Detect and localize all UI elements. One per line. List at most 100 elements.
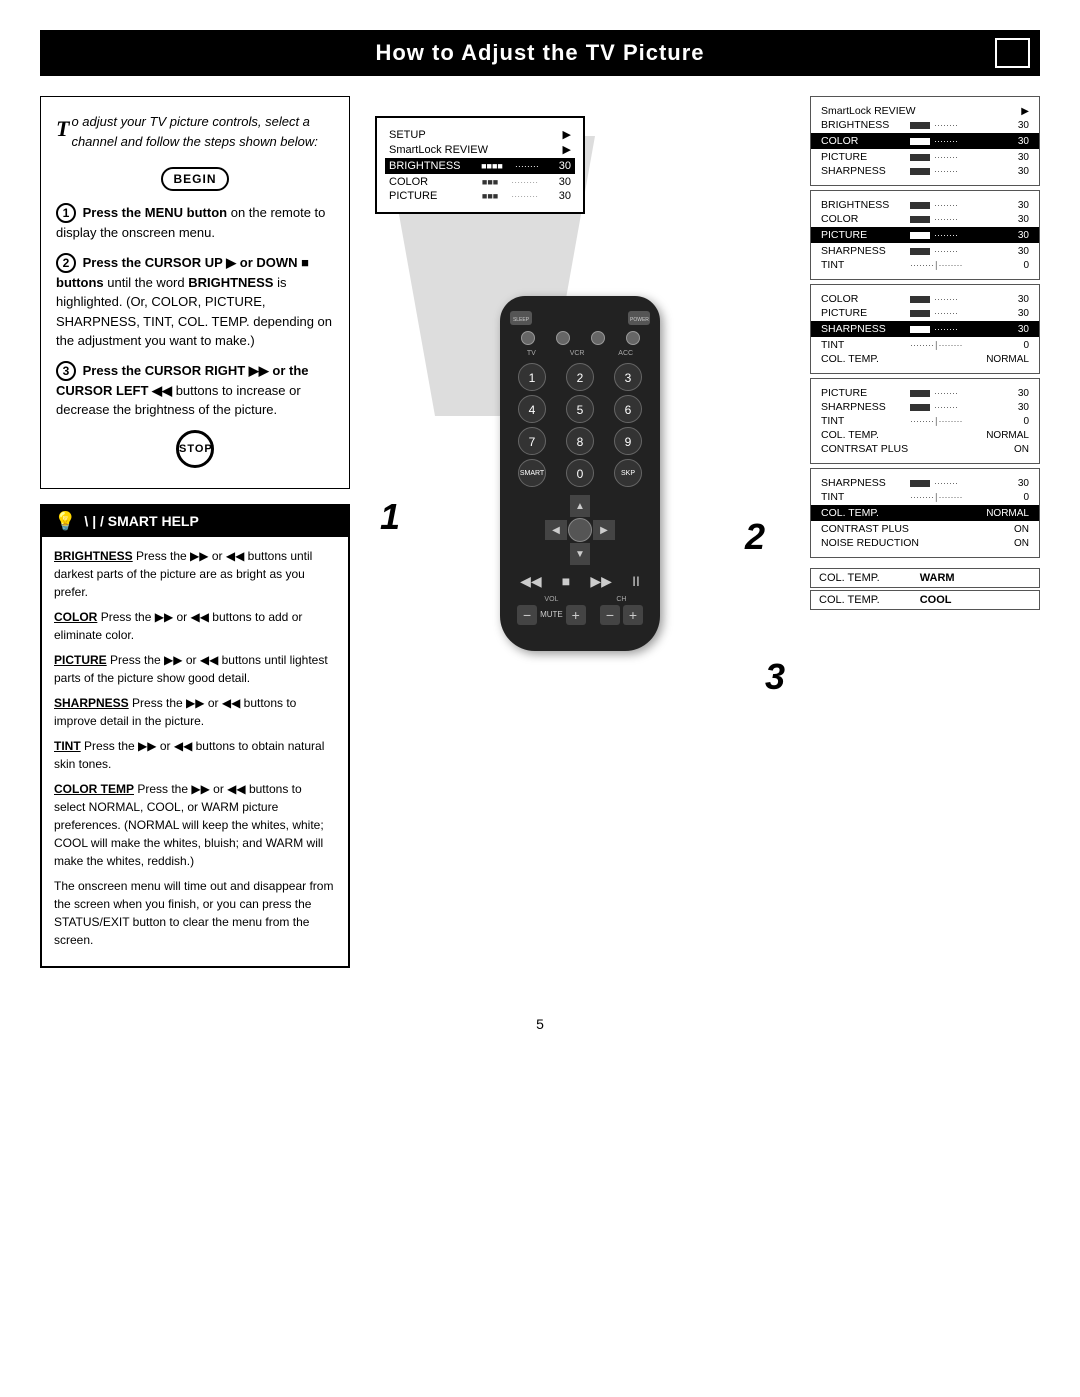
right-menu-2: BRIGHTNESS ········ 30 COLOR ········ 30…	[810, 190, 1040, 280]
fwd-btn[interactable]: ▶▶	[590, 573, 612, 590]
step-3-num: 3	[56, 361, 76, 381]
ch-up[interactable]: +	[623, 605, 643, 625]
temp-box-warm: COL. TEMP. WARM	[810, 568, 1040, 588]
stop-badge: STOP	[56, 430, 334, 468]
rmb5-sharpness: SHARPNESS ········ 30	[821, 477, 1029, 489]
btn-3[interactable]: 3	[614, 363, 642, 391]
rmb3-tint: TINT ········∣········ 0	[821, 339, 1029, 351]
btn-smart[interactable]: SMART	[518, 459, 546, 487]
remote-body: SLEEP POWER TV VCR ACC	[500, 296, 660, 651]
dpad-right[interactable]: ▶	[593, 520, 615, 540]
help-color-label: COLOR	[54, 610, 97, 624]
smart-help-title: 💡 \ | / SMART HELP	[42, 506, 348, 537]
menu-row-setup: SETUP ▶	[389, 128, 571, 141]
btn-9[interactable]: 9	[614, 427, 642, 455]
power-button[interactable]: POWER	[628, 311, 650, 325]
dpad-center[interactable]	[568, 518, 592, 542]
vol-down[interactable]: −	[517, 605, 537, 625]
ch-down[interactable]: −	[600, 605, 620, 625]
rmb1-sharpness: SHARPNESS ········ 30	[821, 165, 1029, 177]
rmb5-tint: TINT ········∣········ 0	[821, 491, 1029, 503]
dpad: ▲ ▼ ◀ ▶	[545, 495, 615, 565]
temp-warm-label: COL. TEMP.	[819, 572, 880, 584]
help-picture-label: PICTURE	[54, 653, 107, 667]
step-3: 3 Press the CURSOR RIGHT ▶▶ or the CURSO…	[56, 361, 334, 420]
rmb4-sharpness: SHARPNESS ········ 30	[821, 401, 1029, 413]
btn-6[interactable]: 6	[614, 395, 642, 423]
btn-1[interactable]: 1	[518, 363, 546, 391]
menu-row-picture: PICTURE ■■■ ········· 30	[389, 190, 571, 202]
help-closing: The onscreen menu will time out and disa…	[54, 877, 336, 949]
begin-badge: BEGIN	[161, 167, 228, 191]
rmb2-sharpness: SHARPNESS ········ 30	[821, 245, 1029, 257]
help-closing-text: The onscreen menu will time out and disa…	[54, 879, 333, 947]
remote-status-row	[510, 331, 650, 345]
clock-btn[interactable]	[626, 331, 640, 345]
step-2: 2 Press the CURSOR UP ▶ or DOWN ■ button…	[56, 253, 334, 351]
media-row: ◀◀ ■ ▶▶ II	[510, 573, 650, 590]
rmb1-color: COLOR ········ 30	[811, 133, 1039, 149]
rmb3-sharpness: SHARPNESS ········ 30	[811, 321, 1039, 337]
page-number: 5	[40, 1016, 1040, 1032]
vol-rocker: VOL − MUTE +	[517, 596, 586, 625]
btn-2[interactable]: 2	[566, 363, 594, 391]
vol-up[interactable]: +	[566, 605, 586, 625]
rmb5-coltemp: COL. TEMP. NORMAL	[811, 505, 1039, 521]
step-1-num: 1	[56, 203, 76, 223]
right-menus: SmartLock REVIEW ▶ BRIGHTNESS ········ 3…	[810, 96, 1040, 612]
rmb2-color: COLOR ········ 30	[821, 213, 1029, 225]
step-num-1: 1	[380, 496, 400, 538]
help-sharpness-label: SHARPNESS	[54, 696, 129, 710]
mode-row: TV VCR ACC	[510, 350, 650, 357]
rmb2-brightness: BRIGHTNESS ········ 30	[821, 199, 1029, 211]
rmb1-smartlock: SmartLock REVIEW ▶	[821, 105, 1029, 117]
temp-boxes: COL. TEMP. WARM COL. TEMP. COOL	[810, 568, 1040, 612]
btn-skip[interactable]: SKP	[614, 459, 642, 487]
ch-rocker: CH − +	[600, 596, 643, 625]
vcr-label: VCR	[570, 350, 585, 357]
help-tint: TINT Press the ▶▶ or ◀◀ buttons to obtai…	[54, 737, 336, 773]
rmb3-color: COLOR ········ 30	[821, 293, 1029, 305]
menu-screen-1: SETUP ▶ SmartLock REVIEW ▶ BRIGHTNESS ■■…	[375, 116, 585, 214]
temp-warm-value: WARM	[920, 572, 955, 584]
step-num-3: 3	[765, 656, 785, 698]
stop-btn[interactable]: ■	[562, 573, 570, 590]
page-title: How to Adjust the TV Picture	[375, 40, 704, 65]
rmb4-picture: PICTURE ········ 30	[821, 387, 1029, 399]
sleep-button[interactable]: SLEEP	[510, 311, 532, 325]
pause-btn[interactable]: II	[632, 573, 640, 590]
help-color: COLOR Press the ▶▶ or ◀◀ buttons to add …	[54, 608, 336, 644]
dpad-down[interactable]: ▼	[570, 543, 590, 565]
smart-help-content: BRIGHTNESS Press the ▶▶ or ◀◀ buttons un…	[42, 537, 348, 966]
btn-4[interactable]: 4	[518, 395, 546, 423]
btn-0[interactable]: 0	[566, 459, 594, 487]
begin-wrap: BEGIN	[56, 161, 334, 197]
remote-top-buttons: SLEEP POWER	[510, 311, 650, 325]
dpad-left[interactable]: ◀	[545, 520, 567, 540]
menu-row-color: COLOR ■■■ ········· 30	[389, 176, 571, 188]
help-color-temp-label: COLOR TEMP	[54, 782, 134, 796]
rwd-btn[interactable]: ◀◀	[520, 573, 542, 590]
cc-btn[interactable]	[591, 331, 605, 345]
right-menu-5: SHARPNESS ········ 30 TINT ········∣····…	[810, 468, 1040, 558]
rmb5-contrastplus: CONTRAST PLUS ON	[821, 523, 1029, 535]
rmb4-coltemp: COL. TEMP. NORMAL	[821, 429, 1029, 441]
smart-help-box: 💡 \ | / SMART HELP BRIGHTNESS Press the …	[40, 504, 350, 968]
right-menu-1: SmartLock REVIEW ▶ BRIGHTNESS ········ 3…	[810, 96, 1040, 186]
temp-cool-label: COL. TEMP.	[819, 594, 880, 606]
intro-body: o adjust your TV picture controls, selec…	[71, 114, 317, 149]
exit-btn[interactable]	[556, 331, 570, 345]
help-brightness: BRIGHTNESS Press the ▶▶ or ◀◀ buttons un…	[54, 547, 336, 601]
help-tint-text: Press the ▶▶ or ◀◀ buttons to obtain nat…	[54, 739, 324, 771]
btn-7[interactable]: 7	[518, 427, 546, 455]
status-btn[interactable]	[521, 331, 535, 345]
smart-help-label: \ | / SMART HELP	[84, 513, 198, 529]
dpad-up[interactable]: ▲	[570, 495, 590, 517]
drop-cap: T	[56, 112, 69, 145]
step-num-2: 2	[745, 516, 765, 558]
btn-5[interactable]: 5	[566, 395, 594, 423]
left-panel: T o adjust your TV picture controls, sel…	[40, 96, 350, 996]
remote-control: SLEEP POWER TV VCR ACC	[500, 296, 660, 651]
btn-8[interactable]: 8	[566, 427, 594, 455]
center-area: SETUP ▶ SmartLock REVIEW ▶ BRIGHTNESS ■■…	[365, 96, 795, 996]
